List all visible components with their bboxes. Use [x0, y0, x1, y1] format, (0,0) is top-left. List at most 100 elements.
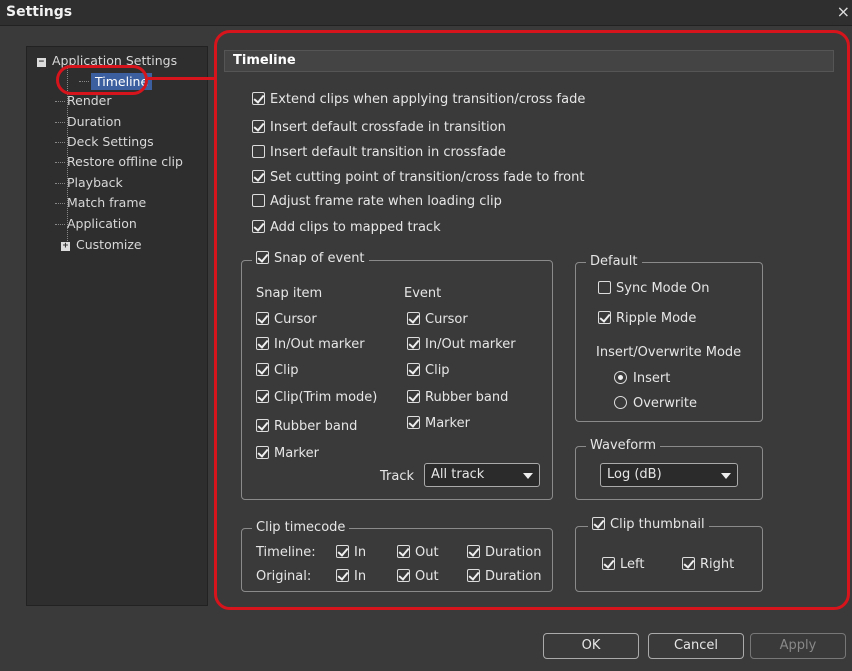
overwrite-label: Overwrite	[633, 396, 697, 411]
duration-label: Duration	[485, 545, 542, 560]
checkbox-checked-icon[interactable]	[256, 390, 269, 403]
checkbox-checked-icon[interactable]	[252, 170, 265, 183]
clip-timecode-group: Clip timecode Timeline: Original: In Out…	[241, 520, 553, 592]
checkbox-checked-icon[interactable]	[256, 419, 269, 432]
timeline-duration-checkbox[interactable]: Duration	[467, 545, 541, 560]
snap-item-inout-marker[interactable]: In/Out marker	[256, 337, 365, 352]
tree-item-match-frame[interactable]: Match frame	[54, 195, 146, 210]
checkbox-checked-icon[interactable]	[598, 311, 611, 324]
event-inout-marker[interactable]: In/Out marker	[407, 337, 516, 352]
radio-selected-icon[interactable]	[614, 371, 627, 384]
snap-item-rubber-band[interactable]: Rubber band	[256, 419, 357, 434]
checkbox-checked-icon[interactable]	[256, 312, 269, 325]
timeline-out-checkbox[interactable]: Out	[397, 545, 439, 560]
checkbox-checked-icon[interactable]	[397, 569, 410, 582]
checkbox-checked-icon[interactable]	[397, 545, 410, 558]
checkbox-checked-icon[interactable]	[407, 390, 420, 403]
checkbox-checked-icon[interactable]	[592, 517, 605, 530]
expand-icon[interactable]: +	[61, 242, 70, 251]
option-label: Adjust frame rate when loading clip	[270, 194, 502, 209]
clip-thumbnail-toggle[interactable]: Clip thumbnail	[588, 517, 709, 532]
checkbox-checked-icon[interactable]	[336, 569, 349, 582]
snap-item-marker[interactable]: Marker	[256, 446, 319, 461]
event-label: Rubber band	[425, 390, 509, 405]
checkbox-checked-icon[interactable]	[602, 557, 615, 570]
event-label: Marker	[425, 416, 470, 431]
event-cursor[interactable]: Cursor	[407, 312, 468, 327]
event-clip[interactable]: Clip	[407, 363, 450, 378]
checkbox-checked-icon[interactable]	[407, 337, 420, 350]
checkbox-checked-icon[interactable]	[407, 416, 420, 429]
checkbox-checked-icon[interactable]	[252, 92, 265, 105]
overwrite-radio[interactable]: Overwrite	[614, 396, 697, 411]
tree-item-deck-settings[interactable]: Deck Settings	[55, 134, 154, 149]
timeline-in-checkbox[interactable]: In	[336, 545, 366, 560]
event-label: Clip	[425, 363, 450, 378]
chevron-down-icon	[523, 473, 533, 479]
option-insert-default-transition[interactable]: Insert default transition in crossfade	[252, 145, 506, 160]
snap-of-event-toggle[interactable]: Snap of event	[252, 251, 369, 266]
option-adjust-frame-rate[interactable]: Adjust frame rate when loading clip	[252, 194, 502, 209]
snap-item-label: Clip(Trim mode)	[274, 390, 378, 405]
insert-radio[interactable]: Insert	[614, 371, 670, 386]
ok-button[interactable]: OK	[543, 633, 639, 659]
checkbox-checked-icon[interactable]	[407, 363, 420, 376]
checkbox-unchecked-icon[interactable]	[252, 194, 265, 207]
thumbnail-left-checkbox[interactable]: Left	[602, 557, 644, 572]
apply-button[interactable]: Apply	[750, 633, 846, 659]
tree-item-playback[interactable]: Playback	[55, 175, 123, 190]
checkbox-checked-icon[interactable]	[256, 446, 269, 459]
snap-item-clip-trim-mode[interactable]: Clip(Trim mode)	[256, 390, 377, 405]
original-out-checkbox[interactable]: Out	[397, 569, 439, 584]
sync-mode-checkbox[interactable]: Sync Mode On	[598, 281, 710, 296]
event-label: Cursor	[425, 312, 468, 327]
checkbox-unchecked-icon[interactable]	[252, 145, 265, 158]
checkbox-checked-icon[interactable]	[252, 120, 265, 133]
event-marker[interactable]: Marker	[407, 416, 470, 431]
checkbox-checked-icon[interactable]	[407, 312, 420, 325]
tree-item-duration[interactable]: Duration	[54, 114, 121, 129]
option-set-cutting-point[interactable]: Set cutting point of transition/cross fa…	[252, 170, 584, 185]
waveform-select[interactable]: Log (dB)	[600, 463, 738, 487]
ripple-mode-label: Ripple Mode	[616, 311, 697, 326]
option-add-clips-mapped-track[interactable]: Add clips to mapped track	[252, 220, 441, 235]
tree-item-timeline[interactable]: Timeline	[78, 73, 153, 90]
option-extend-clips[interactable]: Extend clips when applying transition/cr…	[252, 92, 585, 107]
waveform-group: Waveform Log (dB)	[575, 438, 763, 500]
tree-item-restore-offline-clip[interactable]: Restore offline clip	[55, 154, 183, 169]
waveform-select-value: Log (dB)	[607, 467, 662, 482]
event-label: In/Out marker	[425, 337, 516, 352]
cancel-button[interactable]: Cancel	[648, 633, 744, 659]
event-rubber-band[interactable]: Rubber band	[407, 390, 508, 405]
checkbox-checked-icon[interactable]	[256, 337, 269, 350]
checkbox-checked-icon[interactable]	[336, 545, 349, 558]
option-label: Add clips to mapped track	[270, 220, 441, 235]
checkbox-checked-icon[interactable]	[256, 251, 269, 264]
ripple-mode-checkbox[interactable]: Ripple Mode	[598, 311, 696, 326]
tree-item-render[interactable]: Render	[55, 93, 112, 108]
checkbox-checked-icon[interactable]	[682, 557, 695, 570]
tree-root-application-settings[interactable]: − Application Settings	[37, 53, 177, 68]
collapse-icon[interactable]: −	[37, 58, 46, 67]
original-duration-checkbox[interactable]: Duration	[467, 569, 541, 584]
checkbox-checked-icon[interactable]	[252, 220, 265, 233]
tree-item-application[interactable]: Application	[55, 216, 137, 231]
option-label: Insert default crossfade in transition	[270, 120, 506, 135]
clip-thumbnail-label: Clip thumbnail	[610, 517, 705, 532]
checkbox-unchecked-icon[interactable]	[598, 281, 611, 294]
thumbnail-right-checkbox[interactable]: Right	[682, 557, 734, 572]
snap-item-cursor[interactable]: Cursor	[256, 312, 317, 327]
original-in-checkbox[interactable]: In	[336, 569, 366, 584]
tree-item-customize[interactable]: + Customize	[61, 237, 142, 252]
event-header: Event	[404, 286, 442, 301]
snap-of-event-label: Snap of event	[274, 251, 365, 266]
radio-unselected-icon[interactable]	[614, 396, 627, 409]
option-insert-default-crossfade[interactable]: Insert default crossfade in transition	[252, 120, 506, 135]
default-group-label: Default	[586, 254, 642, 269]
close-icon[interactable]: ×	[837, 2, 850, 21]
snap-item-clip[interactable]: Clip	[256, 363, 299, 378]
checkbox-checked-icon[interactable]	[256, 363, 269, 376]
checkbox-checked-icon[interactable]	[467, 569, 480, 582]
track-select[interactable]: All track	[424, 463, 540, 487]
checkbox-checked-icon[interactable]	[467, 545, 480, 558]
